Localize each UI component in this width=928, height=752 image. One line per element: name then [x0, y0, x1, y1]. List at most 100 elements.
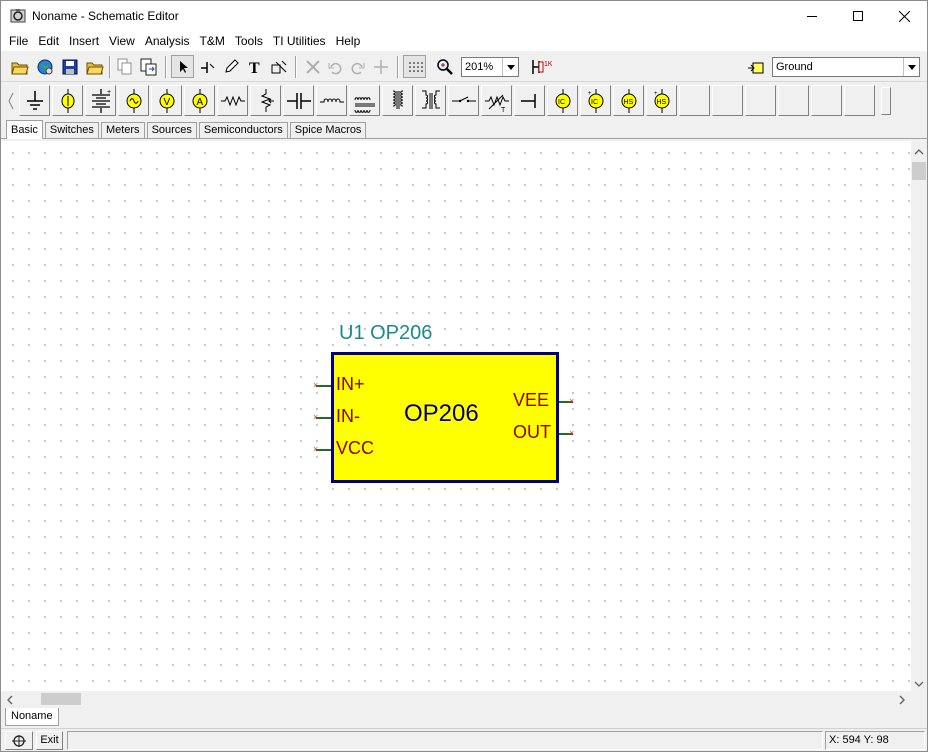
web-button[interactable]: [33, 55, 56, 78]
zoom-select[interactable]: 201%: [461, 57, 519, 77]
svg-text:V: V: [163, 97, 170, 108]
palette-varistor[interactable]: T: [481, 85, 512, 116]
copy-icon: [117, 58, 131, 74]
palette-switch[interactable]: [448, 85, 479, 116]
menu-edit[interactable]: Edit: [33, 31, 64, 51]
tab-sources[interactable]: Sources: [146, 122, 197, 138]
pencil-button[interactable]: [219, 55, 242, 78]
delete-button[interactable]: [301, 55, 324, 78]
exit-icon-button[interactable]: [5, 731, 33, 750]
battery-icon: +: [91, 88, 111, 113]
palette-potentiometer[interactable]: [250, 85, 281, 116]
wire-mode-button[interactable]: [195, 55, 218, 78]
horizontal-scrollbar[interactable]: [1, 691, 911, 707]
maximize-button[interactable]: [835, 1, 881, 31]
minimize-icon: [807, 16, 817, 17]
palette-capacitor[interactable]: [283, 85, 314, 116]
palette-ideal-transformer[interactable]: [415, 85, 446, 116]
redo-button[interactable]: [346, 55, 369, 78]
minimize-button[interactable]: [789, 1, 835, 31]
text-icon: T: [249, 60, 260, 75]
scroll-left-button[interactable]: [6, 694, 14, 708]
ground-icon: [26, 90, 43, 110]
copy-button[interactable]: [113, 55, 136, 78]
component-dropdown-arrow[interactable]: [903, 58, 919, 76]
palette-battery[interactable]: +: [85, 85, 116, 116]
palette-battery-source[interactable]: [52, 85, 83, 116]
scroll-up-button[interactable]: [914, 145, 924, 159]
scroll-down-button[interactable]: [914, 677, 924, 691]
paste-button[interactable]: [137, 55, 160, 78]
palette-empty-slot: [679, 85, 710, 116]
tab-semiconductors[interactable]: Semiconductors: [198, 122, 288, 138]
svg-text:+: +: [107, 89, 111, 96]
zoom-dropdown-arrow[interactable]: [502, 58, 518, 76]
pin-terminal-in-plus[interactable]: ×: [313, 381, 318, 390]
palette-scroll-left[interactable]: [5, 87, 17, 115]
menu-file[interactable]: File: [4, 31, 33, 51]
vertical-scrollbar[interactable]: [911, 141, 927, 691]
palette-ammeter[interactable]: A: [184, 85, 215, 116]
globe-icon: [37, 59, 52, 74]
pin-terminal-out[interactable]: ×: [569, 429, 574, 438]
zoom-button[interactable]: [433, 55, 456, 78]
menu-view[interactable]: View: [104, 31, 140, 51]
wire-terminal-icon: [520, 93, 536, 108]
palette-voltmeter[interactable]: V: [151, 85, 182, 116]
menu-help[interactable]: Help: [331, 31, 366, 51]
palette-ic-ac[interactable]: IC: [547, 85, 578, 116]
palette-hs-dc-source[interactable]: HS +: [646, 85, 677, 116]
open-button[interactable]: [8, 55, 31, 78]
tab-switches[interactable]: Switches: [44, 122, 99, 138]
voltmeter-icon: V: [159, 88, 174, 113]
horizontal-scroll-thumb[interactable]: [41, 693, 81, 705]
schematic-editor-window: Noname - Schematic Editor File Edit Inse…: [0, 0, 928, 752]
pin-terminal-vee[interactable]: ×: [569, 397, 574, 406]
palette-resistor[interactable]: [217, 85, 248, 116]
component-arrow-icon: [747, 62, 763, 73]
tab-meters[interactable]: Meters: [100, 122, 145, 138]
tina-analysis-button[interactable]: 1K: [529, 55, 552, 78]
menu-tm[interactable]: T&M: [195, 31, 230, 51]
open-recent-button[interactable]: [83, 55, 106, 78]
palette-ac-source[interactable]: [118, 85, 149, 116]
wire-icon: [200, 61, 214, 73]
scroll-right-button[interactable]: [898, 694, 906, 708]
palette-ground[interactable]: [19, 85, 50, 116]
menu-ti-utilities[interactable]: TI Utilities: [268, 31, 331, 51]
pin-terminal-in-minus[interactable]: ×: [313, 413, 318, 422]
junction-button[interactable]: [369, 55, 392, 78]
palette-transformer[interactable]: [382, 85, 413, 116]
exit-button[interactable]: Exit: [36, 731, 63, 750]
palette-ic-dc[interactable]: IC +: [580, 85, 611, 116]
tab-basic[interactable]: Basic: [6, 120, 43, 139]
component-insert-button[interactable]: [744, 55, 767, 78]
arrow-cursor-icon: [179, 60, 188, 73]
pin-terminal-vcc[interactable]: ×: [313, 445, 318, 454]
tab-spice-macros[interactable]: Spice Macros: [289, 122, 367, 138]
menu-tools[interactable]: Tools: [230, 31, 268, 51]
graphic-tool-button[interactable]: [267, 55, 290, 78]
schematic-canvas[interactable]: U1 OP206 × × × IN+ IN- VCC × × VEE OUT O…: [1, 141, 911, 691]
save-button[interactable]: [58, 55, 81, 78]
app-icon[interactable]: [10, 8, 26, 24]
menu-insert[interactable]: Insert: [64, 31, 104, 51]
select-mode-button[interactable]: [171, 55, 194, 78]
text-tool-button[interactable]: T: [243, 55, 266, 78]
grid-toggle-button[interactable]: [403, 55, 426, 78]
toolbar-separator: [397, 56, 399, 78]
palette-jumper[interactable]: [514, 85, 545, 116]
palette-inductor[interactable]: [316, 85, 347, 116]
resistor-icon: [220, 95, 245, 106]
palette-hs-source[interactable]: HS: [613, 85, 644, 116]
component-reference-label[interactable]: U1 OP206: [339, 322, 432, 345]
menu-analysis[interactable]: Analysis: [140, 31, 195, 51]
save-icon: [62, 59, 77, 74]
close-button[interactable]: [881, 1, 927, 31]
undo-button[interactable]: [323, 55, 346, 78]
vertical-scroll-thumb[interactable]: [912, 162, 926, 180]
palette-coupled-inductor[interactable]: [349, 85, 380, 116]
palette-scroll-thumb[interactable]: [881, 87, 891, 115]
component-select[interactable]: Ground: [772, 57, 920, 77]
document-tab-noname[interactable]: Noname: [5, 708, 59, 726]
